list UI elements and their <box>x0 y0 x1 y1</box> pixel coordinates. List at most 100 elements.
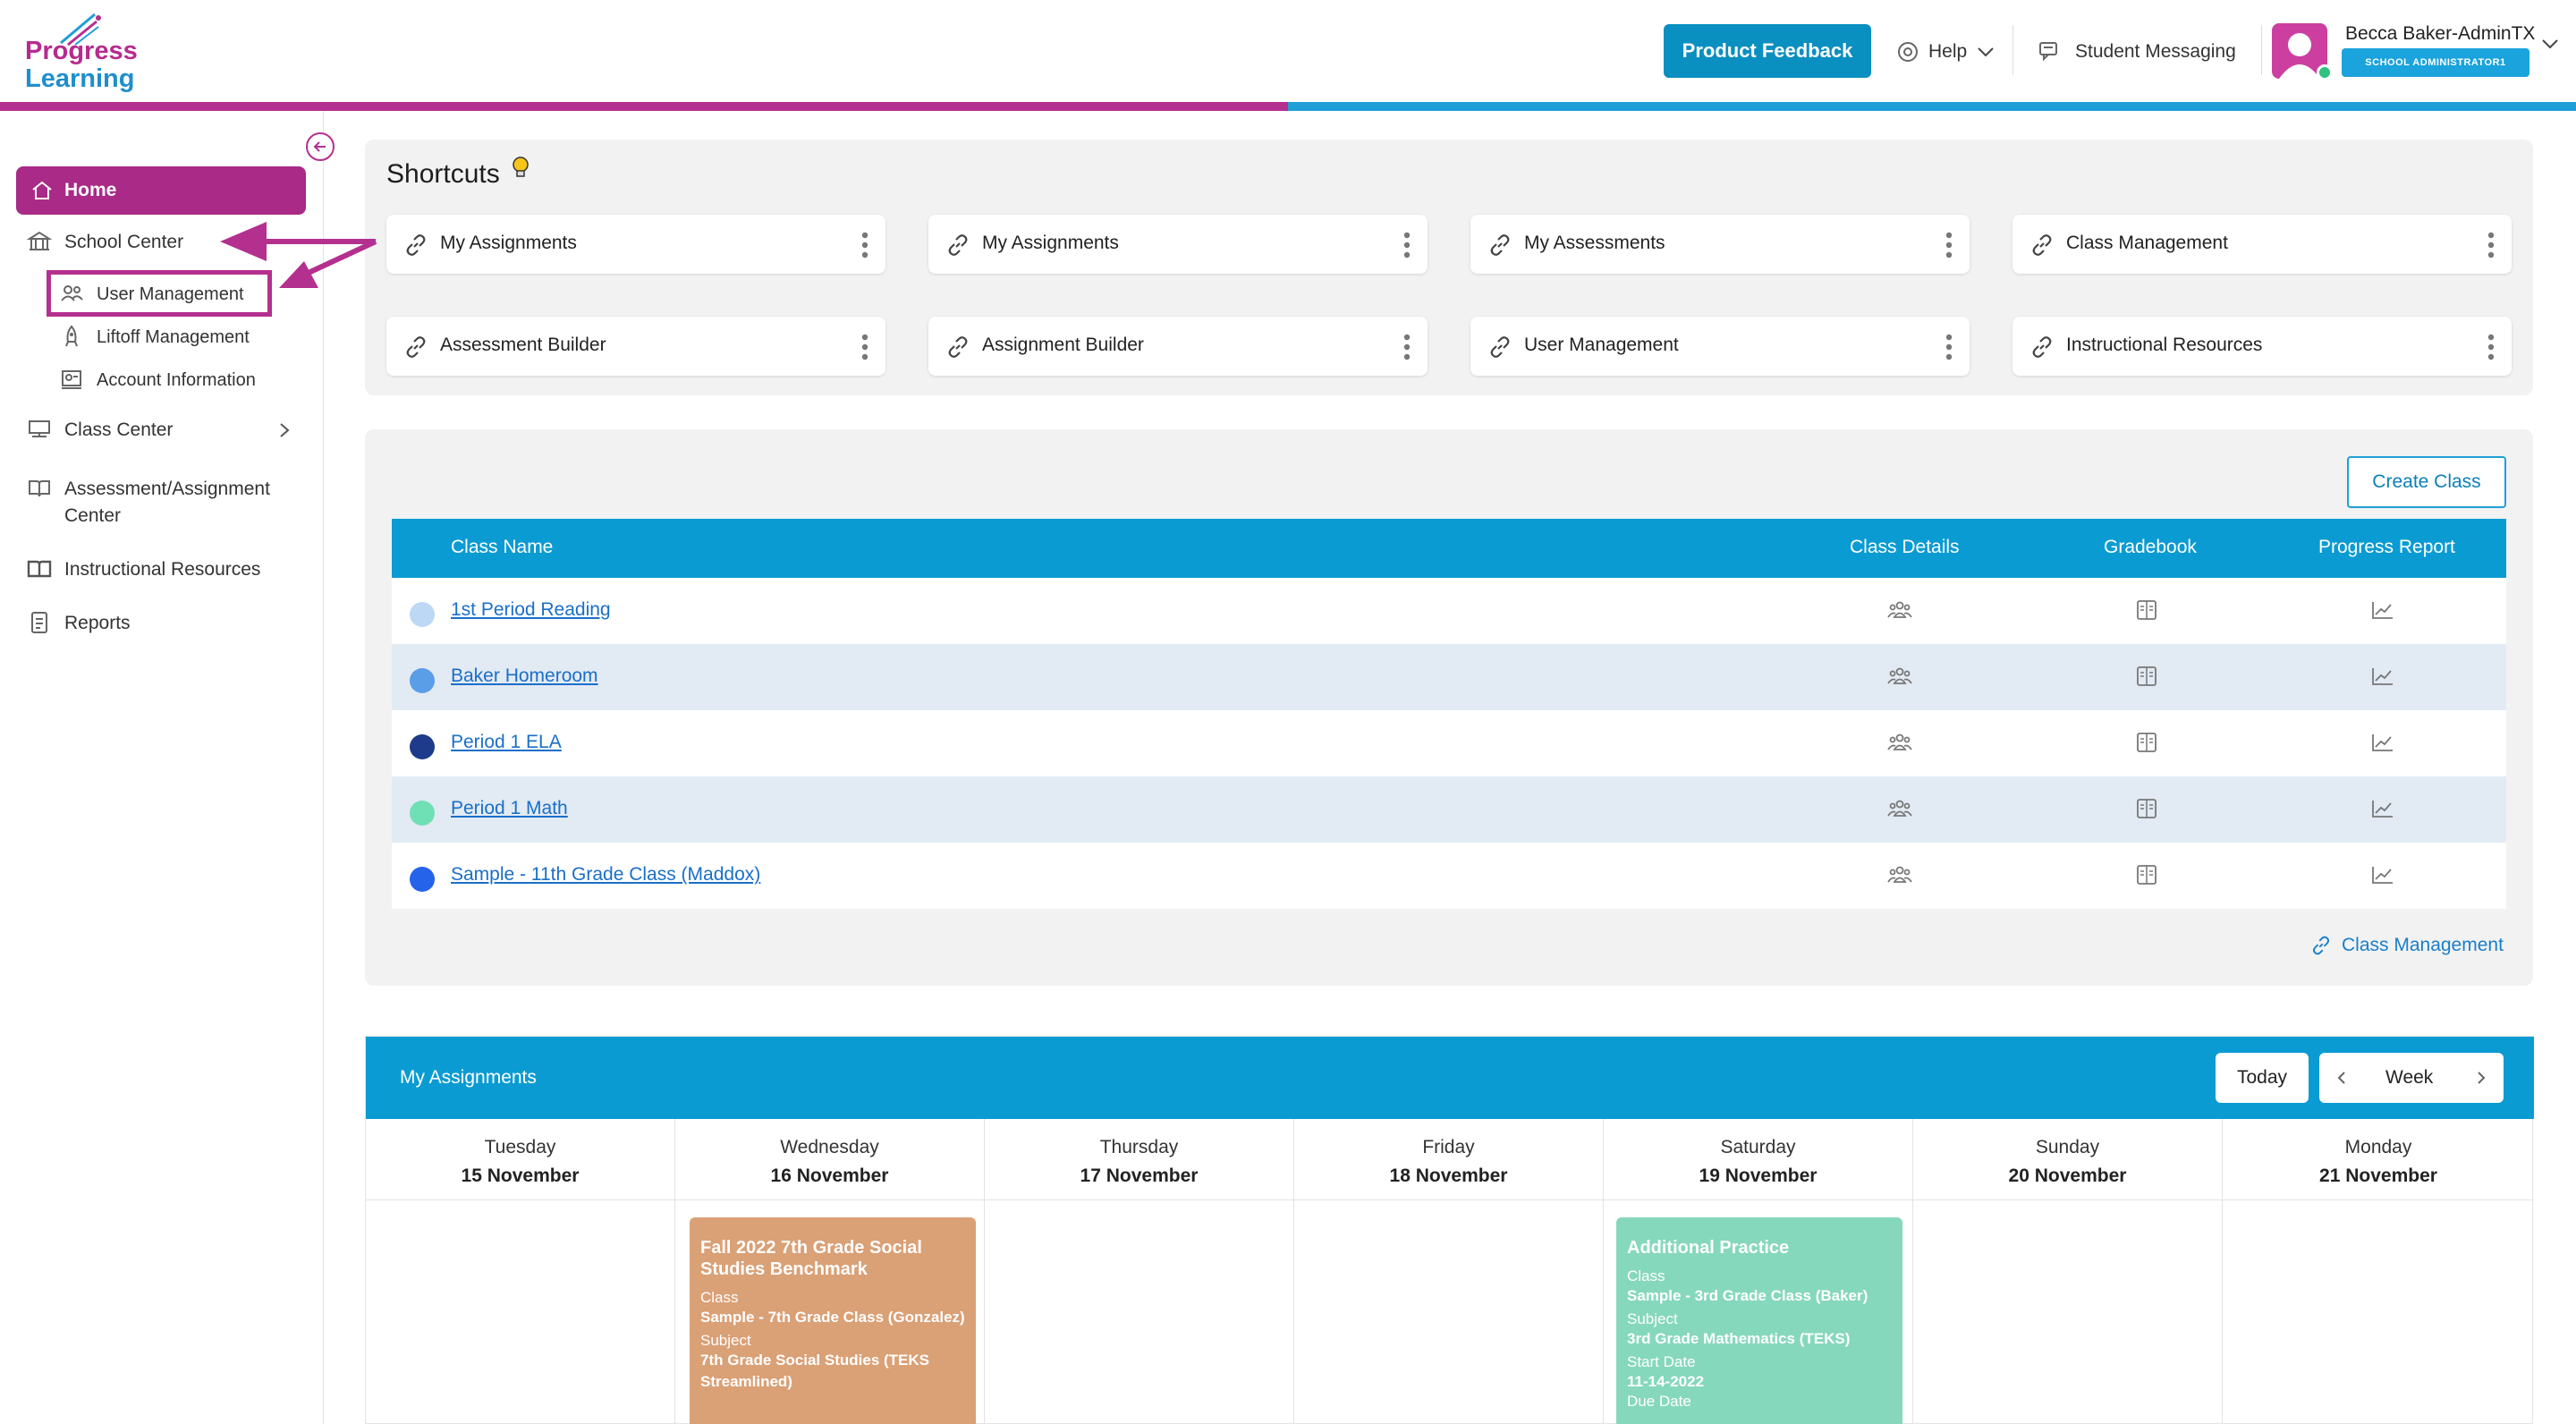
shortcut-card[interactable]: My Assessments <box>1470 215 1970 274</box>
event-field-value: 3rd Grade Mathematics (TEKS) <box>1627 1330 1851 1347</box>
link-icon <box>402 334 429 360</box>
chevron-down-icon <box>2542 39 2558 49</box>
shortcut-card[interactable]: Assignment Builder <box>928 317 1428 376</box>
day-date: 19 November <box>1699 1165 1818 1186</box>
gradebook-icon[interactable] <box>2134 665 2159 687</box>
users-icon[interactable] <box>1887 732 1912 753</box>
users-icon[interactable] <box>1887 599 1912 621</box>
link-icon <box>402 232 429 259</box>
shortcut-card[interactable]: Assessment Builder <box>386 317 886 376</box>
sidebar-item-account-information[interactable]: Account Information <box>59 367 256 394</box>
shortcut-card[interactable]: User Management <box>1470 317 1970 376</box>
chevron-down-icon <box>1978 47 1994 57</box>
class-color-dot <box>410 801 435 826</box>
student-messaging-link[interactable]: Student Messaging <box>2038 36 2236 68</box>
class-color-dot <box>410 602 435 627</box>
class-name-link[interactable]: Baker Homeroom <box>451 665 598 687</box>
product-feedback-button[interactable]: Product Feedback <box>1664 24 1871 78</box>
chart-line-icon[interactable] <box>2370 665 2395 687</box>
shortcut-label: My Assignments <box>440 233 577 253</box>
shortcut-card[interactable]: My Assignments <box>928 215 1428 274</box>
sidebar-item-assessment-center[interactable]: Assessment/Assignment Center <box>27 476 270 530</box>
chart-line-icon[interactable] <box>2370 864 2395 886</box>
rocket-icon <box>59 324 84 349</box>
chevron-left-icon[interactable] <box>2335 1069 2348 1087</box>
more-vertical-icon[interactable] <box>2487 333 2496 361</box>
chevron-right-icon <box>277 420 292 440</box>
brand-line-1: Progress <box>25 37 138 65</box>
users-icon[interactable] <box>1887 864 1912 886</box>
sidebar-item-label: Home <box>64 180 117 200</box>
gradebook-icon[interactable] <box>2134 798 2159 819</box>
header-divider <box>2261 25 2262 75</box>
sidebar-item-instructional-resources[interactable]: Instructional Resources <box>27 556 260 583</box>
today-button[interactable]: Today <box>2216 1053 2309 1103</box>
event-field-label: Subject <box>700 1332 751 1349</box>
brand-wordmark[interactable]: Progress Learning <box>25 38 138 93</box>
calendar-header: My Assignments Today Week <box>366 1037 2534 1119</box>
column-header-progress-report: Progress Report <box>2318 537 2455 557</box>
week-view-label[interactable]: Week <box>2385 1067 2433 1089</box>
gradebook-icon[interactable] <box>2134 732 2159 753</box>
sidebar-item-home[interactable]: Home <box>16 166 306 215</box>
gradebook-icon[interactable] <box>2134 864 2159 886</box>
users-icon[interactable] <box>1887 798 1912 819</box>
gradebook-icon[interactable] <box>2134 599 2159 621</box>
class-name-link[interactable]: Period 1 ELA <box>451 732 562 753</box>
sidebar-item-label: Instructional Resources <box>64 559 261 580</box>
more-vertical-icon[interactable] <box>860 333 869 361</box>
home-icon <box>30 179 54 202</box>
assignment-event[interactable]: Additional Practice Class Sample - 3rd G… <box>1616 1217 1902 1424</box>
help-label: Help <box>1928 41 1968 62</box>
help-menu[interactable]: Help <box>1896 36 1996 68</box>
chevron-right-icon[interactable] <box>2475 1069 2487 1087</box>
user-menu-chevron[interactable] <box>2540 38 2560 50</box>
more-vertical-icon[interactable] <box>1402 333 1411 361</box>
sidebar-item-liftoff-management[interactable]: Liftoff Management <box>59 324 250 351</box>
day-name: Thursday <box>1099 1137 1179 1157</box>
collapse-sidebar-button[interactable] <box>306 132 335 161</box>
shortcut-label: Assessment Builder <box>440 335 606 355</box>
shortcut-card[interactable]: Class Management <box>2012 215 2512 274</box>
assignment-event[interactable]: Fall 2022 7th Grade Social Studies Bench… <box>690 1217 976 1424</box>
user-management-highlight <box>47 270 272 317</box>
shortcuts-heading: Shortcuts <box>386 159 500 189</box>
class-table-header: Class Name Class Details Gradebook Progr… <box>392 519 2506 578</box>
sidebar-item-class-center[interactable]: Class Center <box>27 417 295 444</box>
classroom-icon <box>27 417 52 442</box>
shortcut-card[interactable]: My Assignments <box>386 215 886 274</box>
sidebar-item-school-center[interactable]: School Center <box>27 229 183 256</box>
link-icon <box>1487 232 1513 259</box>
brand-line-2: Learning <box>25 64 135 93</box>
class-management-link-label: Class Management <box>2342 935 2504 955</box>
link-icon <box>945 334 971 360</box>
table-row: Sample - 11th Grade Class (Maddox) <box>392 843 2506 909</box>
more-vertical-icon[interactable] <box>2487 231 2496 259</box>
more-vertical-icon[interactable] <box>1945 333 1953 361</box>
users-icon[interactable] <box>1887 665 1912 687</box>
day-date: 15 November <box>461 1165 580 1186</box>
class-management-link[interactable]: Class Management <box>2309 934 2504 957</box>
chart-line-icon[interactable] <box>2370 732 2395 753</box>
class-name-link[interactable]: Sample - 11th Grade Class (Maddox) <box>451 864 760 886</box>
day-date: 20 November <box>2008 1165 2127 1186</box>
day-name: Tuesday <box>484 1137 556 1157</box>
more-vertical-icon[interactable] <box>1402 231 1411 259</box>
chart-line-icon[interactable] <box>2370 798 2395 819</box>
link-icon <box>2313 936 2329 955</box>
event-field-value: 7th Grade Social Studies (TEKS Streamlin… <box>700 1352 930 1390</box>
more-vertical-icon[interactable] <box>1945 231 1953 259</box>
chart-line-icon[interactable] <box>2370 599 2395 621</box>
class-name-link[interactable]: 1st Period Reading <box>451 599 611 621</box>
event-title: Fall 2022 7th Grade Social Studies Bench… <box>700 1238 922 1279</box>
create-class-button[interactable]: Create Class <box>2347 456 2506 508</box>
more-vertical-icon[interactable] <box>860 231 869 259</box>
class-color-dot <box>410 668 435 693</box>
calendar-title: My Assignments <box>400 1067 537 1088</box>
event-field-label: Class <box>1627 1267 1665 1284</box>
label-line-1: Assessment/Assignment <box>64 479 270 499</box>
shortcut-card[interactable]: Instructional Resources <box>2012 317 2512 376</box>
shortcut-label: Class Management <box>2066 233 2228 253</box>
sidebar-item-reports[interactable]: Reports <box>27 610 131 637</box>
class-name-link[interactable]: Period 1 Math <box>451 798 568 819</box>
